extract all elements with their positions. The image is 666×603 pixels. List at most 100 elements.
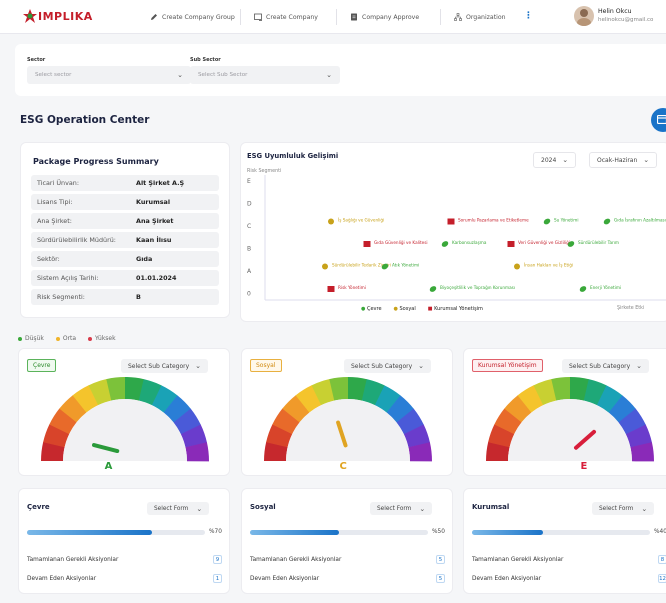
risk-legend: Düşük Orta Yüksek bbox=[18, 335, 116, 342]
summary-value: Alt Şirket A.Ş bbox=[136, 179, 185, 187]
subsector-select[interactable]: Select Sub Sector ⌄ bbox=[190, 66, 340, 84]
summary-row: Sistem Açılış Tarihi: 01.01.2024 bbox=[31, 270, 219, 286]
logo-icon bbox=[23, 9, 37, 23]
progress-percent: %50 bbox=[432, 529, 445, 535]
chart-point[interactable] bbox=[327, 286, 335, 292]
select-form-placeholder: Select Form bbox=[599, 505, 634, 512]
progress-track bbox=[250, 530, 428, 535]
point-label: İnsan Hakları ve İş Etiği bbox=[524, 263, 573, 268]
top-navbar: IMPLIKA Create Company Group Create Comp… bbox=[0, 0, 666, 34]
progress-card: Sosyal Select Form ⌄ %50 Tamamlanan Gere… bbox=[241, 488, 453, 594]
summary-value: Kurumsal bbox=[136, 198, 171, 206]
completed-actions-count: 9 bbox=[213, 555, 222, 564]
chevron-down-icon: ⌄ bbox=[326, 71, 332, 79]
select-form[interactable]: Select Form ⌄ bbox=[592, 502, 655, 515]
summary-value: B bbox=[136, 293, 141, 301]
select-form-placeholder: Select Form bbox=[154, 505, 189, 512]
progress-fill bbox=[27, 530, 152, 535]
category-tag[interactable]: Sosyal bbox=[250, 359, 282, 372]
bank-icon: ■ bbox=[427, 306, 433, 312]
filter-card: Sector Select sector ⌄ Sub Sector Select… bbox=[15, 44, 666, 96]
progress-card-title: Kurumsal bbox=[472, 503, 510, 511]
ongoing-actions-count: 1 bbox=[213, 574, 222, 583]
y-tick-label: E bbox=[247, 178, 251, 185]
sector-select[interactable]: Select sector ⌄ bbox=[27, 66, 191, 84]
company-add-icon bbox=[254, 13, 262, 21]
summary-value: Ana Şirket bbox=[136, 217, 174, 225]
nav-create-company[interactable]: Create Company bbox=[254, 13, 318, 21]
ongoing-actions-label: Devam Eden Aksiyonlar bbox=[27, 576, 97, 582]
y-tick-label: C bbox=[247, 223, 251, 230]
nav-label: Create Company Group bbox=[162, 13, 235, 21]
nav-label: Company Approve bbox=[362, 13, 420, 21]
completed-actions-count: 8 bbox=[658, 555, 666, 564]
chart-point[interactable] bbox=[328, 218, 334, 225]
sub-category-placeholder: Select Sub Category bbox=[351, 362, 413, 370]
app-logo[interactable]: IMPLIKA bbox=[38, 10, 93, 23]
gauge-dial: A bbox=[41, 377, 209, 472]
sector-placeholder: Select sector bbox=[35, 72, 72, 78]
chevron-down-icon: ⌄ bbox=[641, 504, 648, 513]
point-label: Gıda İsrafının Azaltılması bbox=[614, 218, 666, 223]
avatar[interactable] bbox=[574, 6, 594, 26]
select-form-placeholder: Select Form bbox=[377, 505, 412, 512]
sub-category-select[interactable]: Select Sub Category ⌄ bbox=[121, 359, 209, 373]
chevron-down-icon: ⌄ bbox=[636, 362, 643, 370]
y-tick-label: 0 bbox=[247, 291, 251, 298]
nav-create-company-group[interactable]: Create Company Group bbox=[150, 13, 235, 21]
y-tick-label: D bbox=[247, 201, 252, 208]
org-chart-icon bbox=[454, 13, 462, 21]
sub-category-select[interactable]: Select Sub Category ⌄ bbox=[562, 359, 650, 373]
point-label: Biyoçeşitlilik ve Toprağın Korunması bbox=[440, 285, 515, 290]
chart-point[interactable] bbox=[447, 218, 455, 225]
summary-title: Package Progress Summary bbox=[33, 157, 159, 166]
gauge-dial: C bbox=[264, 377, 432, 472]
nav-divider bbox=[336, 9, 337, 25]
chart-point[interactable] bbox=[514, 263, 520, 270]
y-tick-label: A bbox=[247, 268, 252, 275]
chart-point[interactable] bbox=[363, 241, 371, 247]
chevron-down-icon: ⌄ bbox=[195, 362, 202, 370]
category-tag[interactable]: Çevre bbox=[27, 359, 57, 372]
x-axis-title: Şirkete Etki bbox=[617, 306, 645, 311]
nav-organization[interactable]: Organization bbox=[454, 13, 506, 21]
calendar-fab-button[interactable] bbox=[651, 108, 666, 132]
summary-key: Sektör: bbox=[37, 255, 60, 263]
summary-value: Kaan İlısu bbox=[136, 236, 172, 244]
point-label: Su Yönetimi bbox=[554, 218, 579, 223]
progress-card-title: Sosyal bbox=[250, 503, 276, 511]
summary-row: Ticari Ünvan: Alt Şirket A.Ş bbox=[31, 175, 219, 191]
select-form[interactable]: Select Form ⌄ bbox=[147, 502, 210, 515]
progress-percent: %70 bbox=[209, 529, 222, 535]
completed-actions-count: 5 bbox=[436, 555, 445, 564]
category-tag[interactable]: Kurumsal Yönetişim bbox=[472, 359, 543, 372]
sub-category-select[interactable]: Select Sub Category ⌄ bbox=[344, 359, 432, 373]
summary-value: 01.01.2024 bbox=[136, 274, 177, 282]
select-form[interactable]: Select Form ⌄ bbox=[370, 502, 433, 515]
completed-actions-label: Tamamlanan Gerekli Aksiyonlar bbox=[472, 557, 564, 563]
chart-point[interactable] bbox=[441, 240, 450, 248]
nav-divider bbox=[440, 9, 441, 25]
legend-cevre: ● Çevre bbox=[361, 306, 382, 312]
chart-point[interactable] bbox=[543, 217, 552, 225]
chart-point[interactable] bbox=[579, 285, 588, 293]
chart-point[interactable] bbox=[429, 285, 438, 293]
y-tick-label: B bbox=[247, 246, 251, 253]
gauge-card: Sosyal Select Sub Category ⌄ C bbox=[241, 348, 453, 476]
chart-point[interactable] bbox=[603, 217, 612, 225]
ongoing-actions-count: 5 bbox=[436, 574, 445, 583]
nav-company-approve[interactable]: Company Approve bbox=[350, 13, 419, 21]
chart-point[interactable] bbox=[507, 241, 515, 247]
subsector-placeholder: Select Sub Sector bbox=[198, 72, 248, 78]
more-menu-icon[interactable]: ⋮ bbox=[524, 11, 533, 21]
nav-divider bbox=[240, 9, 241, 25]
point-label: Gıda Güvenliği ve Kalitesi bbox=[374, 240, 428, 245]
chart-point[interactable] bbox=[322, 263, 328, 270]
legend-sosyal: ● Sosyal bbox=[393, 306, 416, 312]
point-label: Sorumlu Pazarlama ve Etiketleme bbox=[458, 218, 529, 223]
gauge-grade: A bbox=[105, 461, 113, 472]
sub-category-placeholder: Select Sub Category bbox=[128, 362, 190, 370]
chart-legend: ● Çevre ● Sosyal ■ Kurumsal Yönetişim bbox=[361, 306, 483, 312]
user-name: Helin Okcu bbox=[598, 8, 632, 15]
risk-low: Düşük bbox=[18, 335, 44, 342]
